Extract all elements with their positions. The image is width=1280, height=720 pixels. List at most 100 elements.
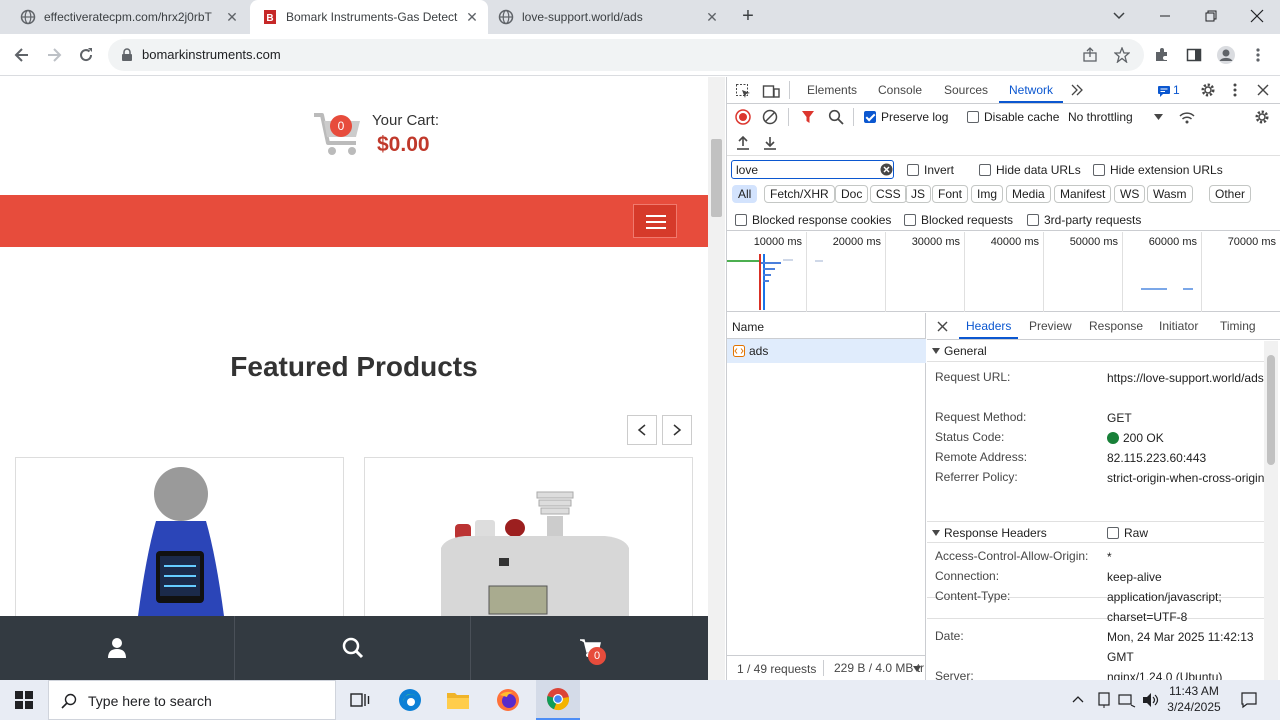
new-tab-button[interactable]: +	[737, 6, 759, 28]
cart-widget[interactable]: 0	[312, 111, 364, 162]
type-filter-doc[interactable]: Doc	[835, 185, 869, 203]
response-headers-header[interactable]: Response Headers Raw	[927, 521, 1265, 543]
invert-checkbox[interactable]: Invert	[907, 163, 954, 177]
page-scrollbar[interactable]	[708, 77, 725, 680]
wifi-tray-icon[interactable]	[1118, 692, 1136, 708]
gear-icon[interactable]	[1200, 82, 1216, 98]
taskbar-clock[interactable]: 11:43 AM 3/24/2025	[1160, 683, 1228, 715]
detail-tab-preview[interactable]: Preview	[1029, 313, 1072, 339]
network-conditions-icon[interactable]	[1178, 110, 1196, 124]
type-filter-img[interactable]: Img	[971, 185, 1004, 203]
third-party-requests-checkbox[interactable]: 3rd-party requests	[1027, 213, 1141, 227]
upload-icon[interactable]	[735, 135, 751, 151]
edge-taskbar-button[interactable]	[390, 680, 430, 720]
raw-checkbox[interactable]: Raw	[1107, 526, 1148, 540]
type-filter-js[interactable]: JS	[905, 185, 932, 203]
inspect-element-icon[interactable]	[735, 83, 751, 99]
hide-data-urls-checkbox[interactable]: Hide data URLs	[979, 163, 1081, 177]
share-icon[interactable]	[1082, 47, 1098, 63]
restore-button[interactable]	[1188, 0, 1234, 32]
detail-tab-timing[interactable]: Timing	[1220, 313, 1256, 339]
menu-button[interactable]	[1244, 41, 1272, 69]
type-filter-fetch-xhr[interactable]: Fetch/XHR	[764, 185, 835, 203]
clear-icon[interactable]	[762, 109, 778, 125]
network-tray-icon[interactable]	[1097, 692, 1111, 708]
type-filter-font[interactable]: Font	[932, 185, 969, 203]
tab-console[interactable]: Console	[878, 77, 922, 103]
tab-search-button[interactable]	[1096, 0, 1142, 32]
tab-elements[interactable]: Elements	[807, 77, 857, 103]
details-scrollbar-thumb[interactable]	[1267, 355, 1275, 465]
type-filter-wasm[interactable]: Wasm	[1147, 185, 1193, 203]
scroll-down-arrow-icon[interactable]	[913, 666, 921, 672]
search-icon[interactable]	[828, 109, 844, 125]
close-tab-icon[interactable]: ✕	[704, 9, 720, 26]
minimize-button[interactable]	[1142, 0, 1188, 32]
blocked-response-cookies-checkbox[interactable]: Blocked response cookies	[735, 213, 891, 227]
extensions-button[interactable]	[1148, 41, 1176, 69]
filter-icon[interactable]	[801, 110, 815, 124]
name-column-header[interactable]: Name	[732, 320, 764, 334]
browser-tab-3[interactable]: love-support.world/ads ✕	[488, 0, 728, 34]
request-row[interactable]: ads	[727, 339, 926, 363]
issues-count[interactable]: 1	[1173, 83, 1180, 97]
address-bar[interactable]: bomarkinstruments.com	[108, 39, 1144, 71]
back-button[interactable]	[8, 41, 36, 69]
chrome-taskbar-button[interactable]	[536, 680, 580, 720]
firefox-taskbar-button[interactable]	[488, 680, 528, 720]
disable-cache-checkbox[interactable]: Disable cache	[967, 110, 1059, 124]
search-button[interactable]	[236, 616, 471, 680]
close-details-icon[interactable]	[937, 321, 948, 332]
carousel-prev-button[interactable]	[627, 415, 657, 445]
kebab-menu-icon[interactable]	[1233, 82, 1237, 98]
filter-input[interactable]: love	[731, 160, 894, 179]
throttling-select[interactable]: No throttling	[1068, 110, 1133, 124]
taskbar-search-box[interactable]: Type here to search	[48, 680, 336, 720]
tab-sources[interactable]: Sources	[944, 77, 988, 103]
close-tab-icon[interactable]: ✕	[224, 9, 240, 26]
type-filter-ws[interactable]: WS	[1114, 185, 1146, 203]
details-scrollbar[interactable]	[1264, 341, 1278, 680]
close-window-button[interactable]	[1234, 0, 1280, 32]
type-filter-css[interactable]: CSS	[870, 185, 907, 203]
forward-button[interactable]	[40, 41, 68, 69]
chevron-up-icon[interactable]	[1072, 695, 1084, 703]
account-button[interactable]	[0, 616, 235, 680]
start-button[interactable]	[0, 680, 48, 720]
profile-button[interactable]	[1212, 41, 1240, 69]
scrollbar-thumb[interactable]	[711, 139, 722, 217]
detail-tab-response[interactable]: Response	[1089, 313, 1143, 339]
issues-icon[interactable]	[1157, 85, 1171, 97]
star-icon[interactable]	[1114, 47, 1130, 63]
close-icon[interactable]	[1257, 84, 1269, 96]
browser-tab-1[interactable]: effectiveratecpm.com/hrx2j0rbT ✕	[0, 0, 248, 34]
bottom-cart-button[interactable]: 0	[472, 616, 708, 680]
device-toolbar-icon[interactable]	[762, 83, 780, 99]
general-section-header[interactable]: General	[927, 340, 1265, 362]
task-view-button[interactable]	[340, 680, 380, 720]
more-tabs-icon[interactable]	[1070, 84, 1084, 96]
tab-network[interactable]: Network	[999, 77, 1064, 103]
network-settings-gear-icon[interactable]	[1254, 109, 1270, 125]
close-tab-icon[interactable]: ✕	[464, 9, 480, 26]
file-explorer-taskbar-button[interactable]	[438, 680, 478, 720]
type-filter-media[interactable]: Media	[1006, 185, 1051, 203]
detail-tab-headers[interactable]: Headers	[959, 313, 1019, 339]
type-filter-other[interactable]: Other	[1209, 185, 1252, 203]
download-icon[interactable]	[762, 135, 778, 151]
record-icon[interactable]	[735, 109, 751, 125]
carousel-next-button[interactable]	[662, 415, 692, 445]
side-panel-button[interactable]	[1180, 41, 1208, 69]
browser-tab-2[interactable]: B Bomark Instruments-Gas Detect ✕	[250, 0, 488, 34]
blocked-requests-checkbox[interactable]: Blocked requests	[904, 213, 1013, 227]
dropdown-arrow-icon[interactable]	[1154, 114, 1163, 120]
clear-filter-icon[interactable]	[880, 163, 893, 176]
detail-tab-initiator[interactable]: Initiator	[1159, 313, 1198, 339]
hamburger-menu-button[interactable]	[633, 204, 677, 238]
hide-extension-urls-checkbox[interactable]: Hide extension URLs	[1093, 163, 1223, 177]
reload-button[interactable]	[72, 41, 100, 69]
notifications-icon[interactable]	[1240, 691, 1258, 709]
preserve-log-checkbox[interactable]: Preserve log	[864, 110, 948, 124]
volume-icon[interactable]	[1142, 692, 1160, 708]
timeline-overview[interactable]: 10000 ms 20000 ms 30000 ms 40000 ms 50000 ms…	[727, 232, 1280, 312]
